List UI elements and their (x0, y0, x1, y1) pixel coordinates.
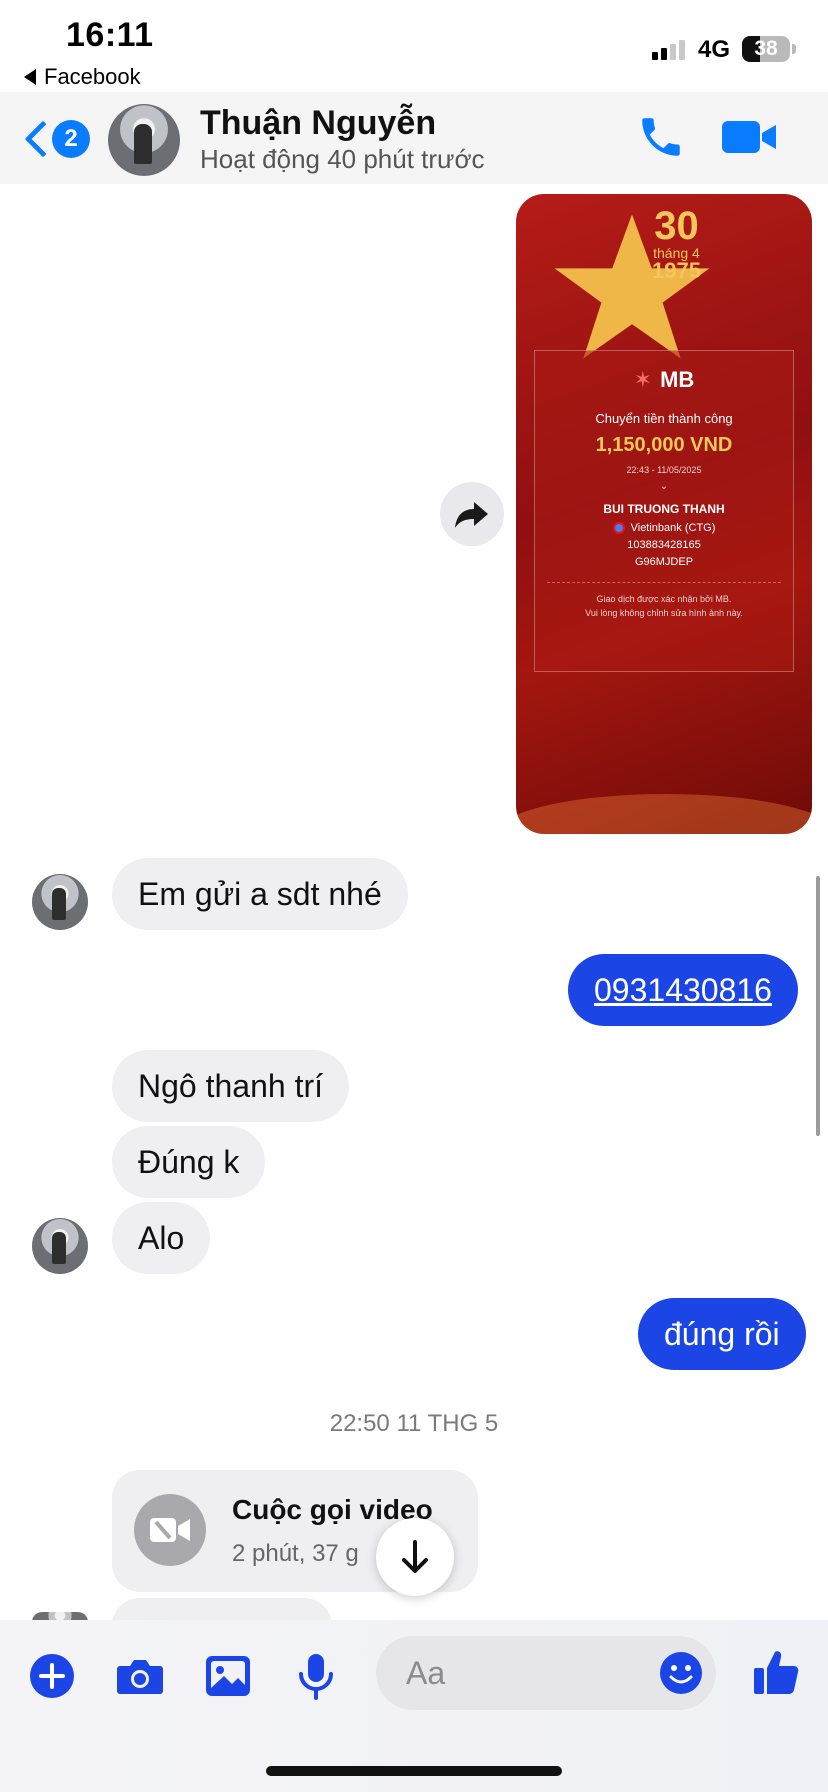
bank-name: MB (660, 367, 695, 392)
message-input-container (376, 1636, 716, 1710)
mb-star-icon: ✶ (633, 367, 653, 392)
beneficiary-bank: Vietinbank (CTG) (535, 522, 793, 534)
back-button[interactable]: 2 (24, 118, 94, 164)
emoji-button[interactable] (658, 1650, 704, 1696)
message-bubble-incoming[interactable]: Đúng k (112, 1126, 266, 1198)
camera-icon (117, 1660, 163, 1694)
plus-circle-icon (30, 1654, 74, 1698)
thumbs-up-icon (754, 1651, 799, 1694)
gallery-button[interactable] (200, 1648, 256, 1704)
scrollbar[interactable] (816, 876, 820, 1136)
message-bubble-outgoing[interactable]: đúng rồi (638, 1298, 806, 1370)
messenger-chat-screen: 16:11 Facebook 4G 38 2 Thuận Nguyễn Hoạt… (0, 0, 828, 1792)
battery-icon: 38 (742, 36, 790, 62)
share-arrow-icon (455, 502, 488, 528)
anniversary-mark: 30 tháng 4 1975 (652, 206, 701, 282)
chevron-down-icon: ⌄ (659, 481, 669, 492)
network-type: 4G (698, 36, 731, 63)
call-duration: 2 phút, 37 g (232, 1540, 359, 1567)
message-bubble-incoming[interactable]: Ngô thanh trí (112, 1050, 349, 1122)
voice-message-button[interactable] (288, 1648, 344, 1704)
beneficiary-bank-label: Vietinbank (CTG) (630, 522, 716, 534)
message-bubble-incoming[interactable]: Alo (112, 1202, 211, 1274)
sender-avatar[interactable] (32, 874, 88, 930)
receipt-note: Giao dịch được xác nhận bởi MB. Vui lòng… (535, 593, 793, 620)
transfer-receipt-image[interactable]: 30 tháng 4 1975 ✶ MB Chuyển tiền thành c… (516, 194, 812, 834)
message-composer (0, 1620, 828, 1792)
chat-header: 2 Thuận Nguyễn Hoạt động 40 phút trước (0, 92, 828, 184)
transaction-code: G96MJDEP (634, 556, 694, 568)
back-to-app-link[interactable]: Facebook (24, 64, 141, 90)
status-time: 16:11 (66, 16, 154, 54)
receipt-card: ✶ MB Chuyển tiền thành công 1,150,000 VN… (534, 350, 794, 672)
receipt-title: Chuyển tiền thành công (595, 411, 733, 426)
receipt-note-line2: Vui lòng không chỉnh sửa hình ảnh này. (585, 607, 743, 618)
contact-avatar[interactable] (108, 104, 180, 176)
account-number: 103883428165 (627, 539, 701, 551)
receipt-amount: 1,150,000 VND (595, 434, 733, 456)
battery-tip (792, 44, 796, 54)
anniversary-year: 1975 (652, 258, 701, 283)
bank-logo: ✶ MB (535, 367, 793, 393)
more-actions-button[interactable] (24, 1648, 80, 1704)
beneficiary-name: BUI TRUONG THANH (603, 502, 725, 516)
message-bubble-incoming[interactable]: Em gửi a sdt nhé (112, 858, 408, 930)
arrow-down-icon (402, 1540, 428, 1573)
microphone-icon (299, 1654, 333, 1700)
message-bubble-outgoing-phone-link[interactable]: 0931430816 (568, 954, 798, 1026)
phone-icon (642, 118, 680, 156)
unread-badge: 2 (52, 120, 90, 158)
anniversary-day: 30 (654, 204, 699, 248)
receipt-note-line1: Giao dịch được xác nhận bởi MB. (596, 594, 732, 604)
forward-button[interactable] (440, 482, 504, 546)
vietinbank-logo-icon (612, 522, 625, 534)
like-button[interactable] (748, 1644, 804, 1700)
sender-avatar[interactable] (32, 1218, 88, 1274)
contact-status: Hoạt động 40 phút trước (200, 144, 485, 174)
message-input[interactable] (406, 1636, 626, 1710)
camera-button[interactable] (112, 1648, 168, 1704)
image-icon (206, 1656, 250, 1696)
back-triangle-icon (24, 69, 36, 85)
video-camera-icon (722, 121, 776, 153)
receipt-datetime: 22:43 - 11/05/2025 (626, 465, 702, 475)
image-glow (516, 794, 812, 834)
conversation-timestamp: 22:50 11 THG 5 (329, 1410, 499, 1437)
cell-signal-icon (652, 38, 685, 60)
scroll-to-bottom-button[interactable] (376, 1518, 454, 1596)
home-indicator (266, 1766, 562, 1776)
smiley-icon (660, 1652, 702, 1694)
audio-call-button[interactable] (636, 112, 686, 162)
video-call-button[interactable] (720, 112, 780, 162)
missed-video-call-icon (134, 1494, 206, 1566)
back-app-label: Facebook (44, 64, 141, 89)
contact-name[interactable]: Thuận Nguyễn (200, 104, 436, 143)
battery-percent: 38 (754, 37, 778, 60)
receipt-divider (547, 582, 781, 583)
